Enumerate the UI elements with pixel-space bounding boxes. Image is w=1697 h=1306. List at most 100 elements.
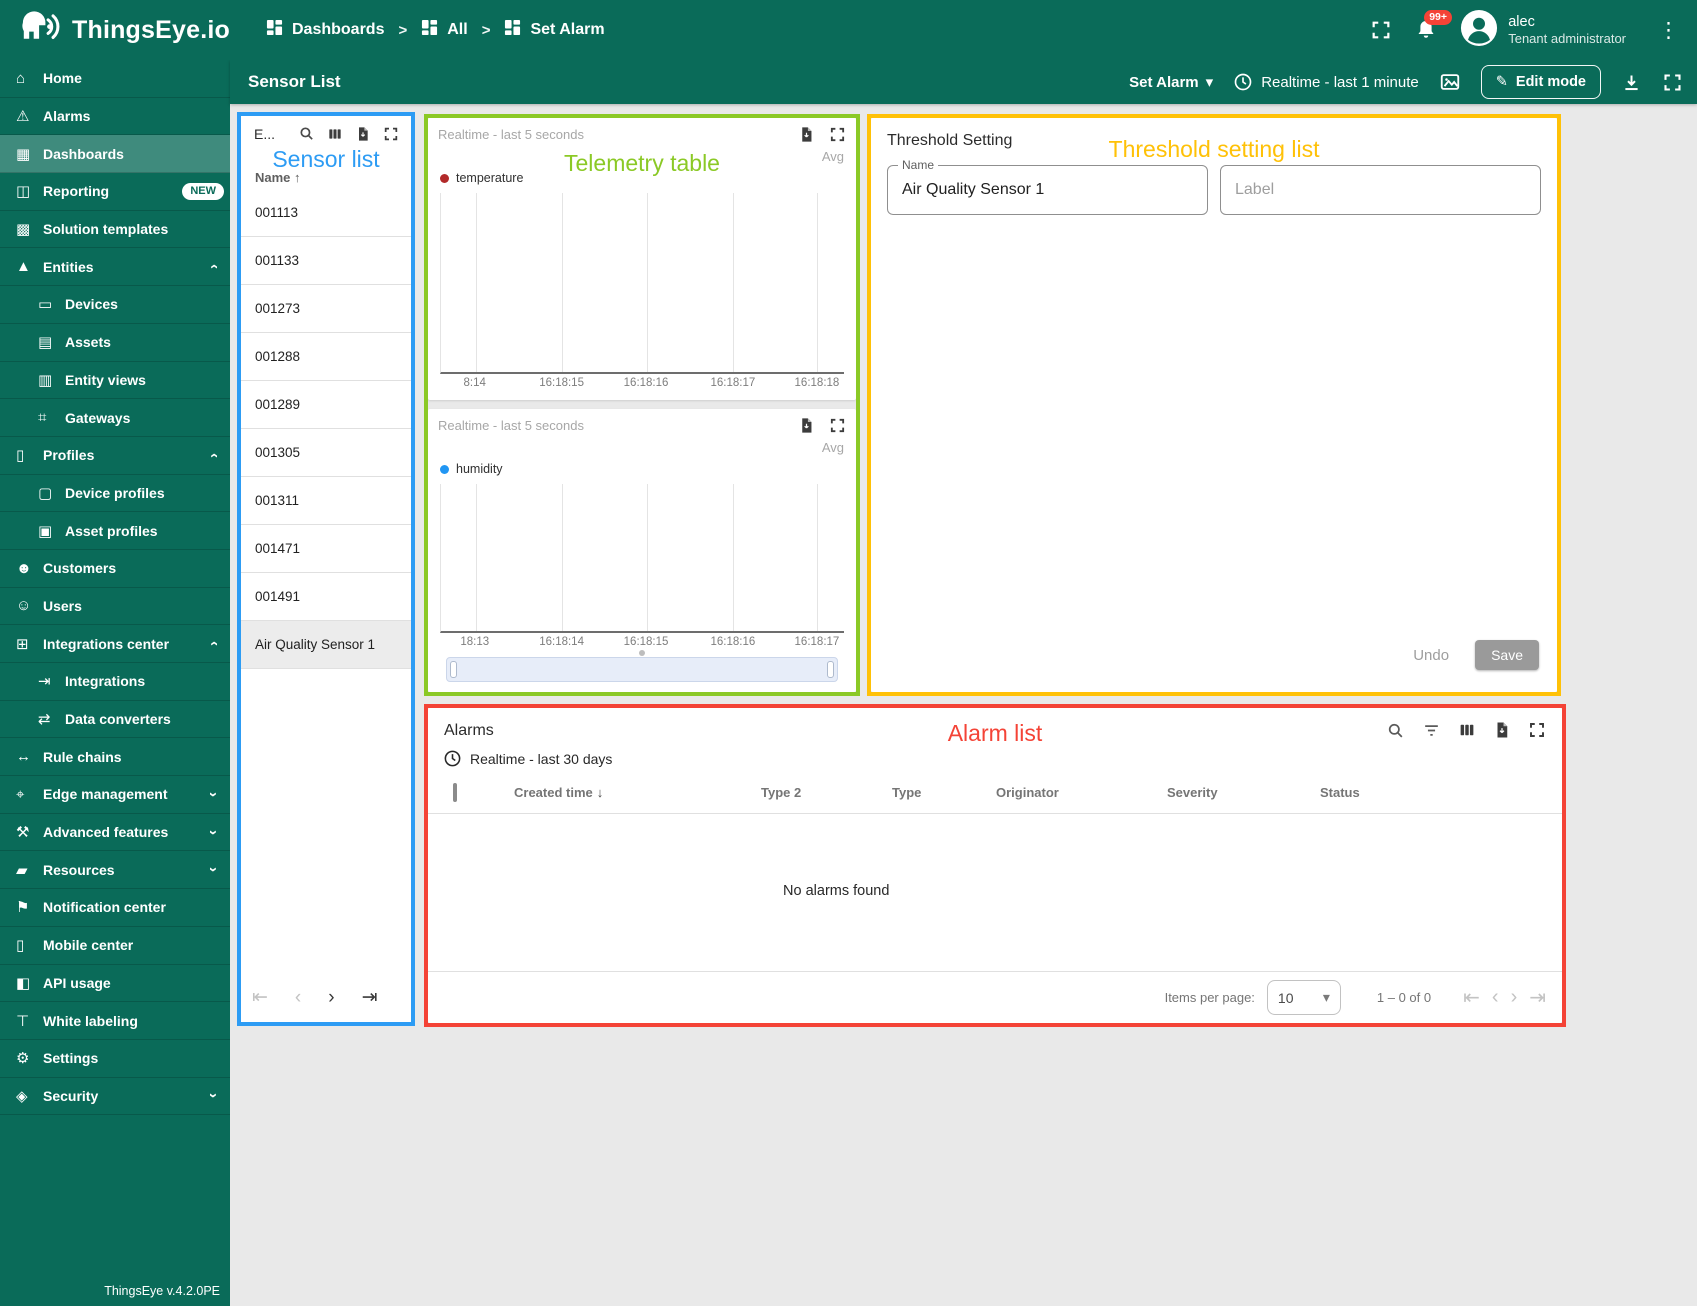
save-button[interactable]: Save: [1475, 640, 1539, 670]
sidebar-item-label: Devices: [65, 296, 118, 313]
sensor-row-001311[interactable]: 001311: [240, 477, 412, 525]
edit-mode-button[interactable]: ✎ Edit mode: [1480, 65, 1601, 99]
sidebar-item-white-labeling[interactable]: ⊤ White labeling: [0, 1002, 230, 1040]
sensor-row-001491[interactable]: 001491: [240, 573, 412, 621]
sidebar-item-integrations-center[interactable]: ⊞ Integrations center ›: [0, 625, 230, 663]
sidebar-item-settings[interactable]: ⚙ Settings: [0, 1040, 230, 1078]
sidebar-item-data-converters[interactable]: ⇄ Data converters: [0, 701, 230, 739]
download-icon[interactable]: [1621, 72, 1642, 93]
header-fullscreen-icon[interactable]: [1370, 19, 1392, 41]
sidebar-item-users[interactable]: ☺ Users: [0, 588, 230, 626]
chart1-legend[interactable]: temperature: [438, 167, 846, 189]
sidebar-item-assets[interactable]: ▤ Assets: [0, 324, 230, 362]
sidebar-item-home[interactable]: ⌂ Home: [0, 60, 230, 98]
alarms-next-page-icon[interactable]: ›: [1511, 986, 1518, 1009]
sidebar-item-notification-center[interactable]: ⚑ Notification center: [0, 889, 230, 927]
sensor-row-001113[interactable]: 001113: [240, 189, 412, 237]
alarms-previous-page-icon[interactable]: ‹: [1492, 986, 1499, 1009]
chart2-timewindow[interactable]: Realtime - last 5 seconds: [438, 418, 584, 433]
sensor-name-column-header[interactable]: Name ↑: [240, 144, 412, 189]
sidebar-item-customers[interactable]: ☻ Customers: [0, 550, 230, 588]
chart1-aggregation[interactable]: Avg: [438, 143, 846, 167]
toolbar-fullscreen-icon[interactable]: [1662, 72, 1683, 93]
sensor-row-001288[interactable]: 001288: [240, 333, 412, 381]
sidebar-item-security[interactable]: ◈ Security ›: [0, 1078, 230, 1116]
alarms-last-page-icon[interactable]: ⇥: [1529, 985, 1546, 1010]
temperature-plot-area[interactable]: [440, 193, 844, 374]
name-input[interactable]: [888, 181, 1207, 199]
chart1-timewindow[interactable]: Realtime - last 5 seconds: [438, 127, 584, 142]
entities-columns-icon[interactable]: [327, 126, 343, 142]
sidebar-item-asset-profiles[interactable]: ▣ Asset profiles: [0, 512, 230, 550]
select-all-checkbox[interactable]: [453, 783, 457, 802]
breadcrumb-item-all[interactable]: All: [421, 19, 468, 41]
undo-button[interactable]: Undo: [1413, 647, 1449, 664]
alarms-column-type-2[interactable]: Type 2: [761, 785, 892, 800]
sidebar-item-dashboards[interactable]: ▦ Dashboards: [0, 135, 230, 174]
sidebar-item-device-profiles[interactable]: ▢ Device profiles: [0, 475, 230, 513]
sidebar-item-label: Customers: [43, 560, 117, 577]
chart2-aggregation[interactable]: Avg: [438, 434, 846, 458]
next-page-icon[interactable]: ›: [328, 987, 334, 1009]
image-gallery-icon[interactable]: [1439, 71, 1461, 93]
sensor-row-001471[interactable]: 001471: [240, 525, 412, 573]
alarms-first-page-icon[interactable]: ⇤: [1463, 985, 1480, 1010]
sensor-row-air-quality-sensor-1[interactable]: Air Quality Sensor 1: [240, 621, 412, 669]
alarms-fullscreen-icon[interactable]: [1528, 721, 1546, 740]
chart1-export-icon[interactable]: [798, 126, 815, 143]
sidebar-item-edge-management[interactable]: ⌖ Edge management ›: [0, 776, 230, 814]
alarms-column-created-time[interactable]: Created time ↓: [514, 785, 761, 800]
header-kebab-menu-icon[interactable]: ⋮: [1658, 18, 1679, 43]
sidebar-item-alarms[interactable]: ⚠ Alarms: [0, 98, 230, 136]
alarms-column-severity[interactable]: Severity: [1167, 785, 1320, 800]
sensor-row-001289[interactable]: 001289: [240, 381, 412, 429]
previous-page-icon[interactable]: ‹: [295, 987, 301, 1009]
alarms-column-originator[interactable]: Originator: [996, 785, 1167, 800]
alarms-search-icon[interactable]: [1386, 721, 1405, 740]
sidebar-item-rule-chains[interactable]: ↔ Rule chains: [0, 738, 230, 777]
label-input[interactable]: [1221, 181, 1540, 199]
sidebar-item-mobile-center[interactable]: ▯ Mobile center: [0, 927, 230, 965]
entities-export-icon[interactable]: [355, 126, 371, 142]
last-page-icon[interactable]: ⇥: [362, 986, 378, 1009]
breadcrumb-item-dashboards[interactable]: Dashboards: [266, 19, 384, 41]
first-page-icon[interactable]: ⇤: [252, 986, 268, 1009]
brand-logo[interactable]: ThingsEye.io: [18, 10, 230, 51]
alarms-filter-icon[interactable]: [1422, 721, 1441, 740]
entities-search-icon[interactable]: [298, 125, 315, 142]
sensor-row-001133[interactable]: 001133: [240, 237, 412, 285]
chart2-export-icon[interactable]: [798, 417, 815, 434]
chart2-fullscreen-icon[interactable]: [829, 417, 846, 434]
alarms-timewindow-button[interactable]: Realtime - last 30 days: [428, 740, 1562, 768]
alarms-column-type[interactable]: Type: [892, 785, 996, 800]
range-left-handle[interactable]: [450, 661, 457, 678]
sidebar-item-entity-views[interactable]: ▥ Entity views: [0, 362, 230, 400]
chart2-legend[interactable]: humidity: [438, 458, 846, 480]
range-right-handle[interactable]: [827, 661, 834, 678]
chart1-fullscreen-icon[interactable]: [829, 126, 846, 143]
alarms-export-icon[interactable]: [1493, 721, 1511, 740]
timewindow-button[interactable]: Realtime - last 1 minute: [1233, 72, 1419, 92]
sidebar-item-reporting[interactable]: ◫ Reporting NEW: [0, 173, 230, 211]
alarms-column-status[interactable]: Status: [1320, 785, 1470, 800]
alarms-columns-icon[interactable]: [1458, 721, 1476, 740]
user-menu[interactable]: alec Tenant administrator: [1460, 9, 1626, 52]
sidebar-item-integrations[interactable]: ⇥ Integrations: [0, 663, 230, 701]
humidity-plot-area[interactable]: [440, 484, 844, 633]
sidebar-item-api-usage[interactable]: ◧ API usage: [0, 965, 230, 1003]
time-range-scrollbar[interactable]: [446, 650, 838, 682]
sensor-row-001273[interactable]: 001273: [240, 285, 412, 333]
sidebar-item-entities[interactable]: ▲ Entities ›: [0, 248, 230, 287]
entities-fullscreen-icon[interactable]: [383, 126, 399, 142]
dashboard-state-select[interactable]: Set Alarm ▾: [1129, 73, 1213, 92]
sidebar-item-profiles[interactable]: ▯ Profiles ›: [0, 437, 230, 475]
sidebar-item-devices[interactable]: ▭ Devices: [0, 286, 230, 324]
notifications-bell-icon[interactable]: 99+: [1414, 10, 1453, 42]
sidebar-item-resources[interactable]: ▰ Resources ›: [0, 851, 230, 890]
sidebar-item-gateways[interactable]: ⌗ Gateways: [0, 399, 230, 437]
breadcrumb-item-set-alarm[interactable]: Set Alarm: [504, 19, 605, 41]
items-per-page-select[interactable]: 10 ▾: [1266, 980, 1341, 1015]
sidebar-item-solution-templates[interactable]: ▩ Solution templates: [0, 211, 230, 249]
sidebar-item-advanced-features[interactable]: ⚒ Advanced features ›: [0, 814, 230, 852]
sensor-row-001305[interactable]: 001305: [240, 429, 412, 477]
